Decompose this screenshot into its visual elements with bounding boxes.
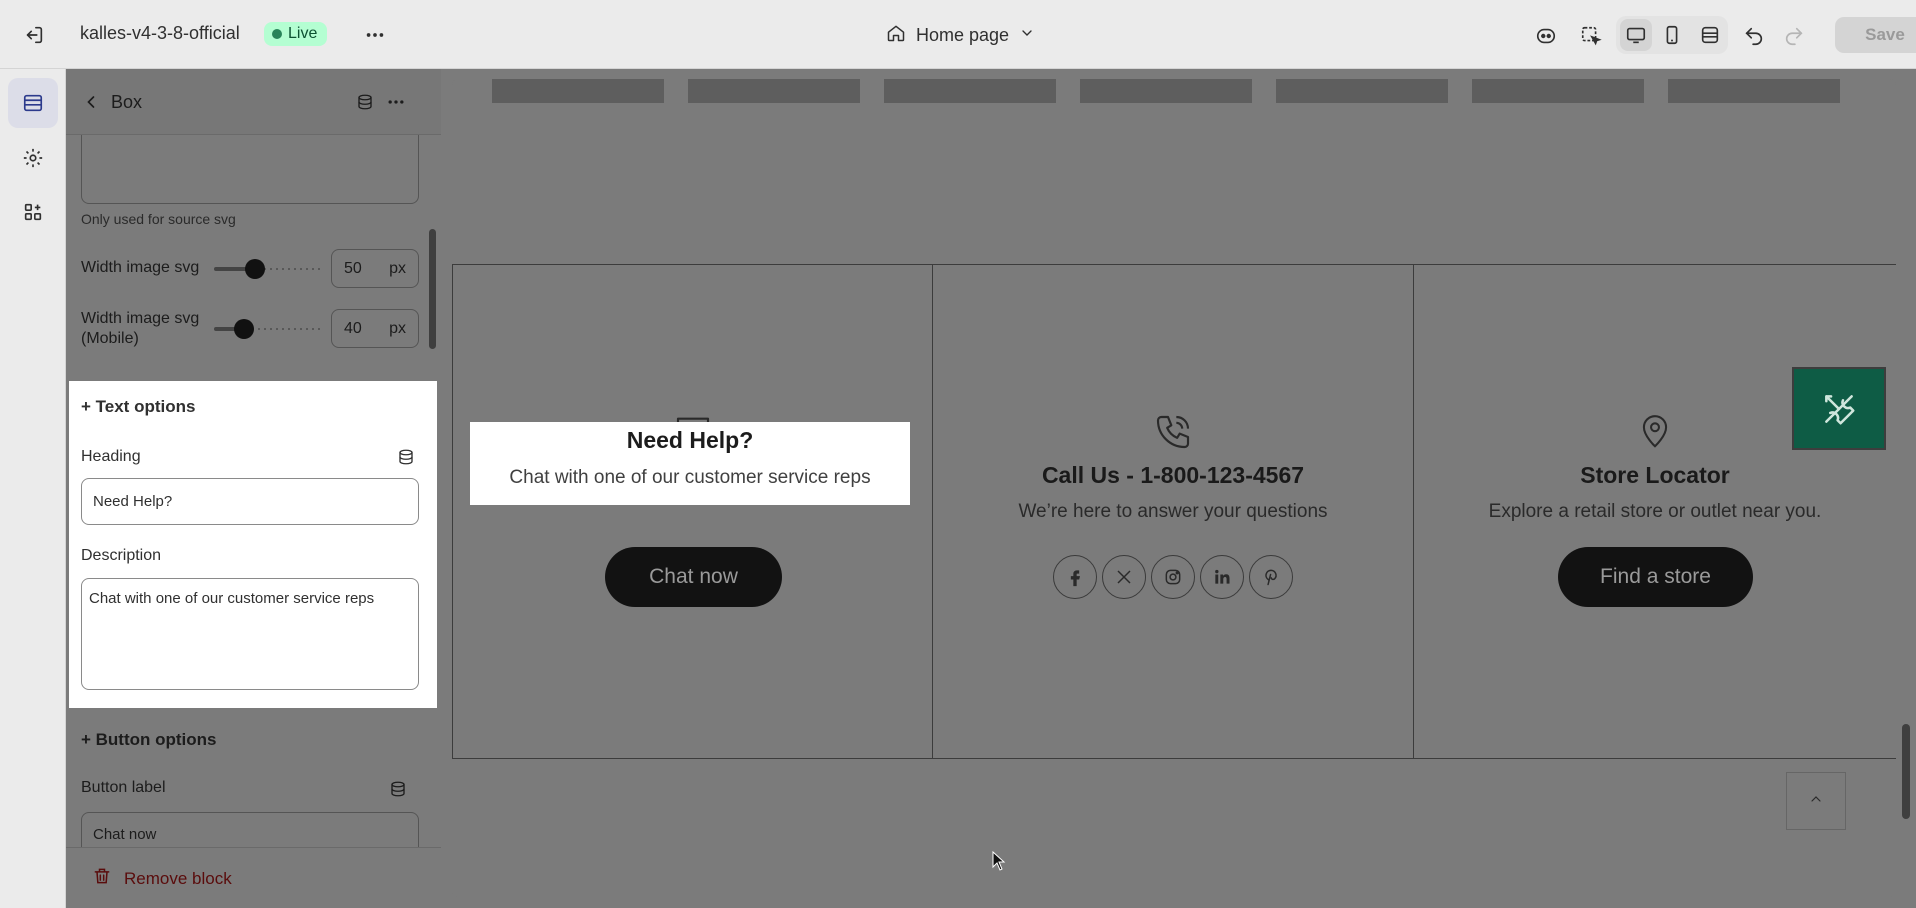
top-bar: kalles-v4-3-8-official Live Home page Sa… [0, 0, 1916, 69]
box-text-highlight[interactable]: Need Help? Chat with one of our customer… [470, 422, 910, 505]
page-selector[interactable]: Home page [886, 18, 1035, 52]
left-rail [0, 69, 66, 908]
ai-sparkle-icon[interactable] [1530, 20, 1562, 52]
gallery-image[interactable] [1080, 79, 1252, 103]
width-svg-input[interactable]: 50 px [331, 249, 419, 288]
heading-label: Heading [81, 448, 141, 465]
facebook-icon[interactable] [1053, 555, 1097, 599]
button-label-label: Button label [81, 779, 166, 796]
storefront-preview: Need Help? Chat with one of our customer… [452, 79, 1896, 897]
gallery-image[interactable] [492, 79, 664, 103]
heading-input[interactable]: Need Help? [81, 478, 419, 525]
dynamic-source-icon[interactable] [351, 88, 379, 116]
chevron-up-icon [1808, 791, 1824, 812]
linkedin-icon[interactable] [1200, 555, 1244, 599]
pinterest-icon[interactable] [1249, 555, 1293, 599]
width-svg-mobile-input[interactable]: 40 px [331, 309, 419, 348]
remove-block-label: Remove block [124, 868, 232, 888]
source-svg-textarea[interactable] [81, 135, 419, 204]
back-arrow-icon[interactable] [76, 87, 106, 117]
settings-gear-icon[interactable] [8, 133, 58, 183]
remove-block-bar: Remove block [66, 847, 441, 908]
redo-icon[interactable] [1778, 20, 1810, 52]
panel-title: Box [111, 92, 143, 112]
preview-canvas: Need Help? Chat with one of our customer… [441, 69, 1916, 908]
more-actions-icon[interactable] [360, 20, 390, 50]
x-icon[interactable] [1102, 555, 1146, 599]
width-svg-label: Width image svg [81, 259, 200, 276]
width-svg-mobile-unit: px [389, 319, 406, 337]
source-svg-hint: Only used for source svg [81, 211, 236, 227]
block-settings-panel: Box Only used for source svg Width image… [66, 69, 441, 908]
social-links [933, 555, 1413, 599]
panel-scrollbar[interactable] [429, 229, 436, 349]
box-need-help[interactable]: Need Help? Chat with one of our customer… [452, 265, 932, 758]
box-heading: Call Us - 1-800-123-4567 [1041, 462, 1305, 488]
save-button[interactable]: Save [1835, 17, 1916, 53]
chevron-down-icon [1019, 25, 1035, 46]
canvas-scrollbar[interactable] [1902, 724, 1910, 819]
instagram-icon[interactable] [1151, 555, 1195, 599]
box-description: Explore a retail store or outlet near yo… [1488, 501, 1822, 522]
apps-icon[interactable] [8, 187, 58, 237]
tools-icon[interactable] [1792, 367, 1886, 450]
desktop-view-icon[interactable] [1620, 19, 1652, 51]
gallery-image[interactable] [1472, 79, 1644, 103]
home-icon [886, 23, 906, 48]
width-svg-value: 50 [344, 259, 362, 277]
phone-icon [1151, 410, 1195, 454]
box-description: Chat with one of our customer service re… [509, 467, 871, 488]
chat-now-button[interactable]: Chat now [605, 547, 782, 607]
box-store-locator[interactable]: Store Locator Explore a retail store or … [1413, 265, 1896, 758]
status-badge: Live [264, 22, 328, 46]
description-label: Description [81, 547, 162, 564]
text-options-title[interactable]: + Text options [81, 397, 195, 417]
page-selector-label: Home page [916, 24, 1010, 45]
box-call-us[interactable]: Call Us - 1-800-123-4567 We’re here to a… [932, 265, 1413, 758]
contact-boxes-section: Need Help? Chat with one of our customer… [452, 264, 1896, 759]
gallery-image[interactable] [1276, 79, 1448, 103]
width-svg-mobile-value: 40 [344, 319, 362, 337]
inspector-icon[interactable] [1575, 20, 1607, 52]
fullscreen-view-icon[interactable] [1694, 19, 1726, 51]
mobile-view-icon[interactable] [1656, 19, 1688, 51]
description-textarea[interactable]: Chat with one of our customer service re… [81, 578, 419, 690]
box-heading: Need Help? [626, 427, 754, 453]
heading-dynamic-source-icon[interactable] [395, 446, 417, 468]
sections-icon[interactable] [8, 78, 58, 128]
store-name: kalles-v4-3-8-official [80, 23, 240, 43]
undo-icon[interactable] [1738, 20, 1770, 52]
status-badge-label: Live [288, 25, 318, 42]
width-svg-unit: px [389, 259, 406, 277]
text-options-card: + Text options Heading Need Help? Descri… [69, 381, 437, 708]
width-svg-mobile-label: Width image svg (Mobile) [81, 310, 200, 347]
mouse-cursor-icon [992, 850, 1006, 876]
box-heading: Store Locator [1580, 462, 1730, 488]
panel-header: Box [66, 69, 441, 135]
button-label-dynamic-source-icon[interactable] [387, 778, 409, 800]
box-description: We’re here to answer your questions [1018, 501, 1328, 522]
width-svg-mobile-slider-thumb[interactable] [234, 319, 254, 339]
back-to-top-button[interactable] [1786, 772, 1846, 830]
remove-block-button[interactable]: Remove block [92, 866, 232, 891]
location-pin-icon [1633, 410, 1677, 454]
gallery-image[interactable] [688, 79, 860, 103]
button-options-title[interactable]: + Button options [81, 730, 217, 750]
width-svg-slider-thumb[interactable] [245, 259, 265, 279]
more-options-icon[interactable] [382, 88, 410, 116]
trash-icon [92, 866, 112, 891]
gallery-image[interactable] [884, 79, 1056, 103]
gallery-image[interactable] [1668, 79, 1840, 103]
find-a-store-button[interactable]: Find a store [1558, 547, 1753, 607]
width-svg-slider-track[interactable] [256, 267, 320, 271]
live-dot-icon [272, 29, 282, 39]
width-svg-mobile-slider-track[interactable] [244, 327, 320, 331]
exit-icon[interactable] [19, 20, 49, 50]
